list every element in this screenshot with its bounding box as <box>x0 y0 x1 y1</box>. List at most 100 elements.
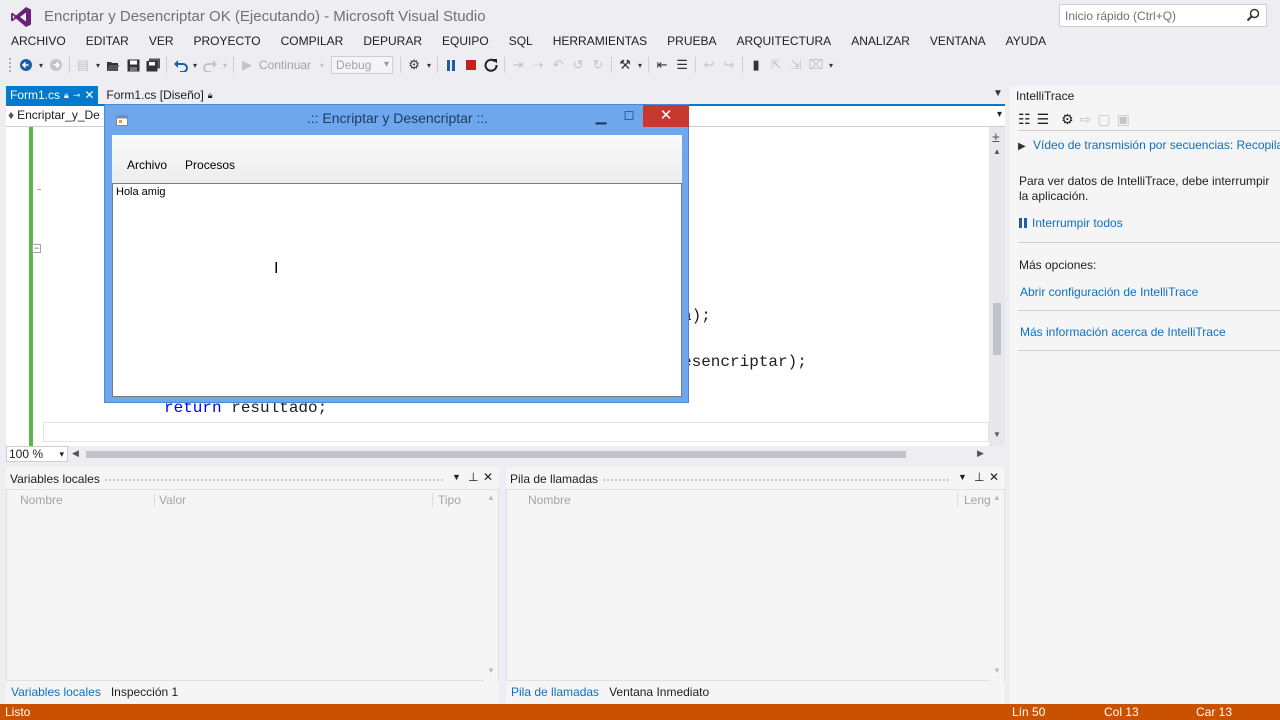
tab-ventana-inmediato[interactable]: Ventana Inmediato <box>604 681 714 703</box>
stop-debugging-icon[interactable] <box>461 55 481 75</box>
form-menu-archivo[interactable]: Archivo <box>118 158 176 172</box>
break-all-icon[interactable] <box>441 55 461 75</box>
step-back-icon[interactable]: ↻ <box>588 55 608 75</box>
indent-icon[interactable]: ☰ <box>672 55 692 75</box>
tab-form1-cs[interactable]: Form1.cs 🔒︎ ⊸ ✕ <box>6 86 99 104</box>
pin-icon[interactable]: ⊸ <box>73 90 81 101</box>
menu-editar[interactable]: EDITAR <box>76 32 139 50</box>
break-all-link[interactable]: Interrumpir todos <box>1019 216 1123 230</box>
vertical-scrollbar[interactable]: ▲ ▼ <box>484 490 498 682</box>
minimize-button[interactable]: ▁ <box>587 107 615 127</box>
close-icon[interactable]: ✕ <box>84 88 94 102</box>
menu-depurar[interactable]: DEPURAR <box>353 32 432 50</box>
maximize-button[interactable]: ☐ <box>615 107 643 127</box>
tab-inspeccion-1[interactable]: Inspección 1 <box>106 681 183 703</box>
step-into-icon[interactable]: ➝ <box>528 55 548 75</box>
forward-icon[interactable] <box>46 55 66 75</box>
outdent-icon[interactable]: ⇤ <box>652 55 672 75</box>
save-log-icon[interactable]: ▣ <box>1117 111 1130 128</box>
scroll-left-icon[interactable]: ◀ <box>72 448 79 459</box>
scroll-up-icon[interactable]: ▲ <box>993 493 1001 502</box>
panel-grip[interactable] <box>104 478 444 482</box>
toolbar-grip[interactable] <box>8 57 12 73</box>
redo-icon[interactable] <box>200 55 220 75</box>
attach-process-icon[interactable]: ⚙ <box>404 55 424 75</box>
column-header[interactable]: Nombre <box>20 493 63 507</box>
menu-herramientas[interactable]: HERRAMIENTAS <box>543 32 657 50</box>
text-input[interactable]: Hola amig <box>112 183 682 397</box>
menu-ver[interactable]: VER <box>139 32 184 50</box>
settings-gear-icon[interactable]: ⚙ <box>1061 111 1074 128</box>
menu-ventana[interactable]: VENTANA <box>920 32 996 50</box>
tabs-dropdown-icon[interactable]: ▼ <box>993 88 1003 99</box>
hex-display-icon[interactable]: ⚒ <box>615 55 635 75</box>
restart-icon[interactable] <box>481 55 501 75</box>
search-icon[interactable] <box>1246 8 1260 22</box>
attach-dropdown-icon[interactable]: ▾ <box>424 55 434 75</box>
hex-dropdown-icon[interactable]: ▾ <box>635 55 645 75</box>
menu-archivo[interactable]: ARCHIVO <box>0 32 76 50</box>
scrollbar-thumb[interactable] <box>86 451 906 458</box>
details-view-icon[interactable]: ☰ <box>1037 111 1050 128</box>
form-close-button[interactable]: ✕ <box>643 105 689 127</box>
menu-prueba[interactable]: PRUEBA <box>657 32 726 50</box>
collapse-outline-icon[interactable]: − <box>32 244 41 253</box>
undo-icon[interactable] <box>170 55 190 75</box>
scroll-up-icon[interactable]: ▲ <box>993 147 1001 156</box>
menu-arquitectura[interactable]: ARQUITECTURA <box>727 32 842 50</box>
form-menu-procesos[interactable]: Procesos <box>176 158 244 172</box>
undo-dropdown-icon[interactable]: ▾ <box>190 55 200 75</box>
split-icon[interactable]: ± <box>992 129 1000 145</box>
scroll-right-icon[interactable]: ▶ <box>977 448 984 459</box>
new-dropdown-icon[interactable]: ▾ <box>93 55 103 75</box>
clear-bookmarks-icon[interactable]: ⌧ <box>806 55 826 75</box>
solution-config-select[interactable]: Debug <box>331 56 394 74</box>
tab-form1-design[interactable]: Form1.cs [Diseño] 🔒︎ <box>102 86 216 104</box>
back-icon[interactable] <box>16 55 36 75</box>
editor-horizontal-scrollbar[interactable]: 100 % ▾ ◀ ▶ <box>6 446 1005 462</box>
scroll-up-icon[interactable]: ▲ <box>487 493 495 502</box>
video-link-text[interactable]: Vídeo de transmisión por secuencias: Rec… <box>1033 138 1280 152</box>
save-icon[interactable] <box>123 55 143 75</box>
panel-menu-icon[interactable]: ▼ <box>958 472 967 482</box>
scroll-down-icon[interactable]: ▼ <box>487 666 495 675</box>
break-all-label[interactable]: Interrumpir todos <box>1032 216 1123 230</box>
bookmark-icon[interactable]: ▮ <box>746 55 766 75</box>
vertical-scrollbar[interactable]: ▲ ▼ <box>990 490 1004 682</box>
call-stack-grid[interactable]: Nombre Leng ▲ ▼ <box>506 489 1005 682</box>
redo-dropdown-icon[interactable]: ▾ <box>220 55 230 75</box>
close-icon[interactable]: ✕ <box>989 470 999 484</box>
continue-button[interactable]: Continuar <box>257 58 317 72</box>
menu-ayuda[interactable]: AYUDA <box>996 32 1056 50</box>
menu-proyecto[interactable]: PROYECTO <box>184 32 271 50</box>
scrollbar-thumb[interactable] <box>993 303 1001 355</box>
column-separator[interactable] <box>957 493 958 507</box>
close-icon[interactable]: ✕ <box>483 470 493 484</box>
column-header[interactable]: Tipo <box>438 493 461 507</box>
open-config-link[interactable]: Abrir configuración de IntelliTrace <box>1020 285 1198 299</box>
new-project-icon[interactable]: ▤ <box>73 55 93 75</box>
column-header[interactable]: Nombre <box>528 493 571 507</box>
pin-icon[interactable]: ⊥ <box>974 470 984 484</box>
tab-pila-de-llamadas[interactable]: Pila de llamadas <box>506 681 604 703</box>
editor-vertical-scrollbar[interactable]: ± ▲ ▼ <box>989 127 1005 446</box>
menu-compilar[interactable]: COMPILAR <box>271 32 354 50</box>
locals-grid[interactable]: Nombre Valor Tipo ▲ ▼ <box>6 489 499 682</box>
next-bookmark-icon[interactable]: ⇲ <box>786 55 806 75</box>
column-header[interactable]: Valor <box>159 493 186 507</box>
step-out-icon[interactable]: ↺ <box>568 55 588 75</box>
prev-bookmark-icon[interactable]: ⇱ <box>766 55 786 75</box>
panel-menu-icon[interactable]: ▼ <box>452 472 461 482</box>
zoom-select[interactable]: 100 % ▾ <box>6 446 68 462</box>
pin-icon[interactable]: ⊥ <box>468 470 478 484</box>
column-separator[interactable] <box>154 493 155 507</box>
open-log-icon[interactable]: ▢ <box>1097 111 1110 128</box>
member-dropdown-icon[interactable]: ▾ <box>997 109 1002 120</box>
continue-dropdown-icon[interactable]: ▾ <box>317 55 327 75</box>
step-over-icon[interactable]: ↶ <box>548 55 568 75</box>
show-next-statement-icon[interactable]: ⇥ <box>508 55 528 75</box>
column-header[interactable]: Leng <box>964 493 991 507</box>
quick-launch-box[interactable] <box>1059 4 1267 27</box>
running-form-window[interactable]: .:: Encriptar y Desencriptar ::. ▁ ☐ ✕ A… <box>104 104 689 403</box>
toolbar-overflow-icon[interactable]: ▾ <box>826 55 836 75</box>
